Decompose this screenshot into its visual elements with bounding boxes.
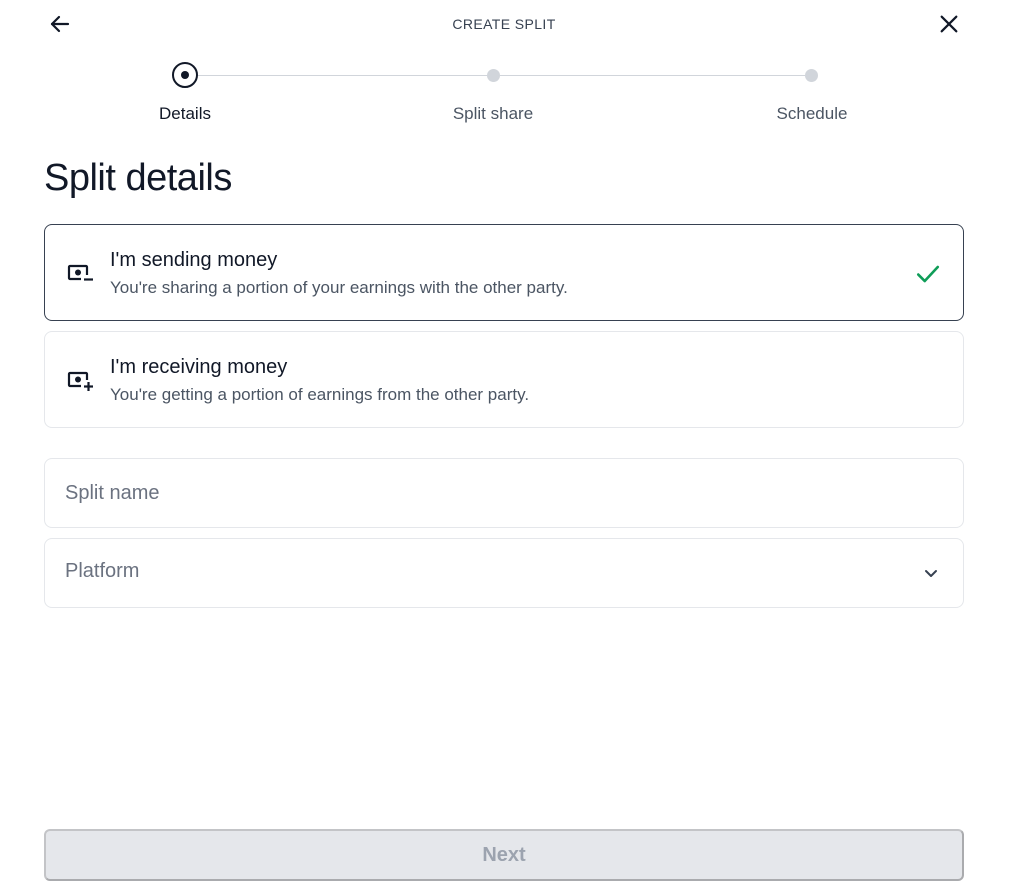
option-description: You're sharing a portion of your earning… bbox=[110, 278, 568, 297]
split-name-input[interactable] bbox=[45, 459, 963, 527]
page-title: Split details bbox=[44, 157, 232, 199]
option-receiving-money[interactable]: I'm receiving money You're getting a por… bbox=[44, 331, 964, 428]
option-sending-money[interactable]: I'm sending money You're sharing a porti… bbox=[44, 224, 964, 321]
money-plus-icon bbox=[67, 371, 94, 392]
platform-select-label: Platform bbox=[65, 560, 140, 582]
chevron-down-icon bbox=[925, 570, 937, 577]
split-name-field bbox=[44, 458, 964, 528]
option-description: You're getting a portion of earnings fro… bbox=[110, 385, 530, 404]
step-label-schedule: Schedule bbox=[776, 104, 848, 123]
platform-select[interactable]: Platform bbox=[44, 538, 964, 608]
step-indicator-details bbox=[172, 62, 198, 88]
step-indicator-schedule bbox=[805, 69, 818, 82]
check-icon bbox=[916, 265, 940, 283]
option-title: I'm receiving money bbox=[110, 356, 288, 378]
header-title: CREATE SPLIT bbox=[452, 16, 556, 32]
money-minus-icon bbox=[67, 264, 94, 284]
stepper-connector bbox=[198, 75, 487, 76]
close-button[interactable] bbox=[933, 8, 965, 40]
step-indicator-split-share bbox=[487, 69, 500, 82]
step-label-split-share: Split share bbox=[452, 104, 534, 123]
next-button[interactable]: Next bbox=[44, 829, 964, 881]
step-label-details: Details bbox=[159, 104, 211, 123]
option-title: I'm sending money bbox=[110, 249, 278, 271]
stepper-connector bbox=[500, 75, 805, 76]
close-icon bbox=[940, 15, 958, 33]
